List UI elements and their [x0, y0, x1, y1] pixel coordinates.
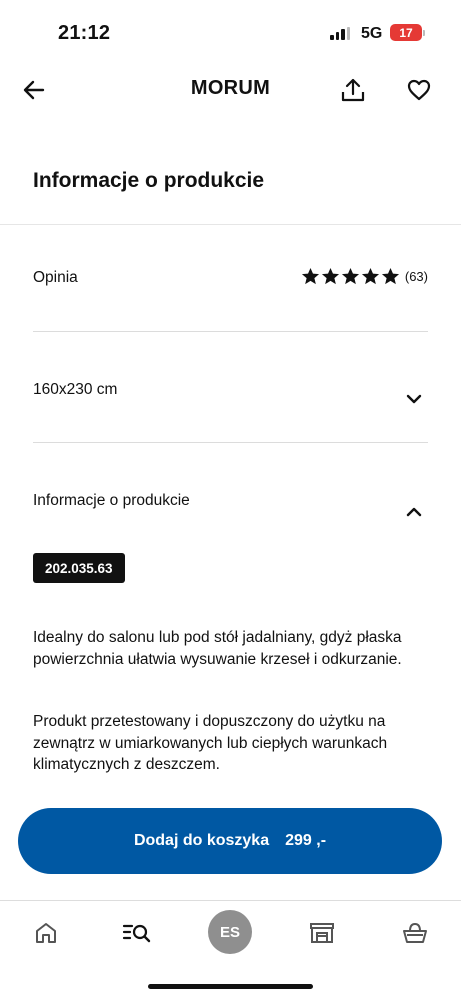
- product-info-row[interactable]: Informacje o produkcie: [33, 492, 428, 522]
- stars: [301, 267, 400, 286]
- chevron-down-icon: [404, 389, 424, 409]
- star-icon: [381, 267, 399, 285]
- star-icon: [301, 267, 319, 285]
- search-icon: [122, 924, 151, 943]
- rating-count: (63): [404, 269, 428, 284]
- product-info-label: Informacje o produkcie: [33, 492, 190, 509]
- article-number-badge: 202.035.63: [33, 553, 125, 583]
- rating-row[interactable]: Opinia (63): [33, 267, 428, 287]
- heart-icon: [407, 79, 431, 101]
- basket-icon: [403, 922, 427, 943]
- network-label: 5G: [361, 25, 383, 42]
- page-title: Informacje o produkcie: [33, 169, 265, 192]
- description-paragraph: Produkt przetestowany i dopuszczony do u…: [33, 713, 388, 773]
- favorite-button[interactable]: [402, 73, 436, 107]
- tab-search[interactable]: [113, 915, 161, 951]
- price-label: 299 ,-: [285, 832, 327, 849]
- store-icon: [310, 923, 334, 943]
- home-indicator: [148, 984, 313, 989]
- rating-stars: (63): [301, 267, 428, 286]
- divider: [33, 331, 428, 332]
- profile-avatar[interactable]: ES: [208, 910, 252, 954]
- share-icon: [341, 78, 365, 102]
- avatar-initials: ES: [219, 923, 240, 941]
- page-header-title: MORUM: [190, 77, 271, 99]
- nav-bar: MORUM: [0, 62, 461, 118]
- battery-level: 17: [399, 25, 413, 40]
- star-icon: [321, 267, 339, 285]
- share-button[interactable]: [336, 73, 370, 107]
- status-time: 21:12: [58, 22, 111, 44]
- tab-home[interactable]: [22, 915, 70, 951]
- star-icon: [361, 267, 379, 285]
- star-icon: [341, 267, 359, 285]
- divider: [0, 224, 461, 225]
- signal-icon: [330, 27, 350, 40]
- battery-icon: 17: [390, 24, 422, 41]
- status-bar: 21:12 5G 17: [0, 0, 461, 62]
- tab-basket[interactable]: [391, 915, 439, 951]
- size-row[interactable]: 160x230 cm: [33, 381, 428, 411]
- tab-stores[interactable]: [298, 915, 346, 951]
- home-icon: [36, 923, 56, 943]
- add-to-cart-button[interactable]: Dodaj do koszyka 299 ,-: [18, 808, 442, 874]
- divider: [33, 442, 428, 443]
- battery-cap: [423, 30, 425, 36]
- size-label: 160x230 cm: [33, 381, 118, 398]
- chevron-up-icon: [404, 502, 424, 522]
- add-to-cart-label: Dodaj do koszyka: [133, 832, 270, 849]
- description-paragraph: Idealny do salonu lub pod stół jadalnian…: [33, 629, 402, 668]
